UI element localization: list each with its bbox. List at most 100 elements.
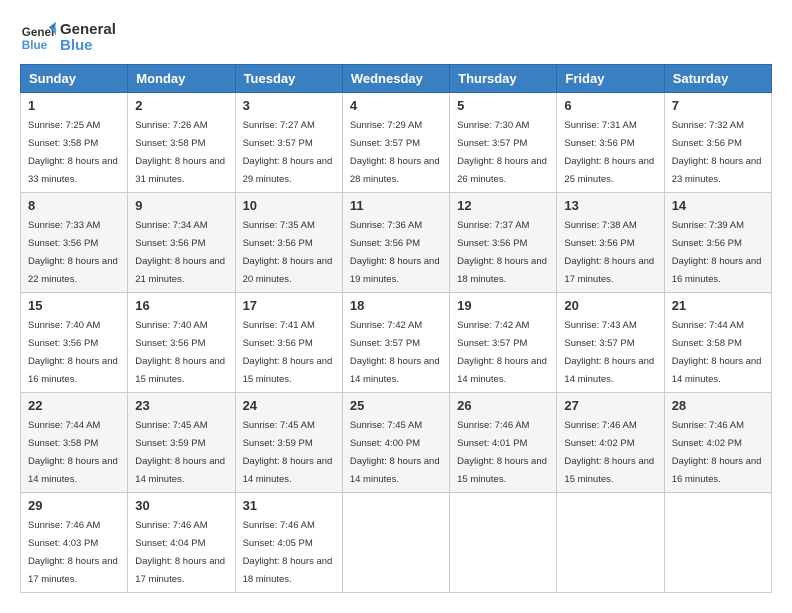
day-info: Sunrise: 7:46 AMSunset: 4:03 PMDaylight:…: [28, 520, 118, 585]
day-number: 28: [672, 398, 764, 413]
day-number: 14: [672, 198, 764, 213]
calendar-cell: 21 Sunrise: 7:44 AMSunset: 3:58 PMDaylig…: [664, 293, 771, 393]
day-number: 13: [564, 198, 656, 213]
day-number: 7: [672, 98, 764, 113]
calendar-cell: 2 Sunrise: 7:26 AMSunset: 3:58 PMDayligh…: [128, 93, 235, 193]
calendar-cell: 7 Sunrise: 7:32 AMSunset: 3:56 PMDayligh…: [664, 93, 771, 193]
day-number: 29: [28, 498, 120, 513]
day-info: Sunrise: 7:32 AMSunset: 3:56 PMDaylight:…: [672, 120, 762, 185]
calendar-cell: 4 Sunrise: 7:29 AMSunset: 3:57 PMDayligh…: [342, 93, 449, 193]
day-number: 10: [243, 198, 335, 213]
calendar-cell: 24 Sunrise: 7:45 AMSunset: 3:59 PMDaylig…: [235, 393, 342, 493]
calendar-cell: 18 Sunrise: 7:42 AMSunset: 3:57 PMDaylig…: [342, 293, 449, 393]
day-info: Sunrise: 7:38 AMSunset: 3:56 PMDaylight:…: [564, 220, 654, 285]
calendar-cell: 25 Sunrise: 7:45 AMSunset: 4:00 PMDaylig…: [342, 393, 449, 493]
calendar-cell: 1 Sunrise: 7:25 AMSunset: 3:58 PMDayligh…: [21, 93, 128, 193]
day-info: Sunrise: 7:25 AMSunset: 3:58 PMDaylight:…: [28, 120, 118, 185]
calendar-cell: 26 Sunrise: 7:46 AMSunset: 4:01 PMDaylig…: [450, 393, 557, 493]
svg-text:Blue: Blue: [22, 39, 48, 52]
page-header: General Blue General Blue: [20, 20, 772, 56]
day-number: 27: [564, 398, 656, 413]
calendar-body: 1 Sunrise: 7:25 AMSunset: 3:58 PMDayligh…: [21, 93, 772, 593]
calendar-cell: 8 Sunrise: 7:33 AMSunset: 3:56 PMDayligh…: [21, 193, 128, 293]
day-info: Sunrise: 7:45 AMSunset: 4:00 PMDaylight:…: [350, 420, 440, 485]
day-info: Sunrise: 7:30 AMSunset: 3:57 PMDaylight:…: [457, 120, 547, 185]
calendar-cell: [342, 493, 449, 593]
day-number: 1: [28, 98, 120, 113]
day-number: 30: [135, 498, 227, 513]
day-number: 25: [350, 398, 442, 413]
calendar-cell: 6 Sunrise: 7:31 AMSunset: 3:56 PMDayligh…: [557, 93, 664, 193]
day-number: 19: [457, 298, 549, 313]
calendar-week-row: 22 Sunrise: 7:44 AMSunset: 3:58 PMDaylig…: [21, 393, 772, 493]
day-number: 21: [672, 298, 764, 313]
day-info: Sunrise: 7:35 AMSunset: 3:56 PMDaylight:…: [243, 220, 333, 285]
calendar-cell: 14 Sunrise: 7:39 AMSunset: 3:56 PMDaylig…: [664, 193, 771, 293]
calendar-header-row: SundayMondayTuesdayWednesdayThursdayFrid…: [21, 65, 772, 93]
day-info: Sunrise: 7:42 AMSunset: 3:57 PMDaylight:…: [457, 320, 547, 385]
day-number: 22: [28, 398, 120, 413]
day-info: Sunrise: 7:44 AMSunset: 3:58 PMDaylight:…: [28, 420, 118, 485]
day-info: Sunrise: 7:42 AMSunset: 3:57 PMDaylight:…: [350, 320, 440, 385]
calendar-cell: 15 Sunrise: 7:40 AMSunset: 3:56 PMDaylig…: [21, 293, 128, 393]
day-info: Sunrise: 7:37 AMSunset: 3:56 PMDaylight:…: [457, 220, 547, 285]
day-header-sunday: Sunday: [21, 65, 128, 93]
day-info: Sunrise: 7:45 AMSunset: 3:59 PMDaylight:…: [243, 420, 333, 485]
day-number: 2: [135, 98, 227, 113]
day-info: Sunrise: 7:31 AMSunset: 3:56 PMDaylight:…: [564, 120, 654, 185]
day-info: Sunrise: 7:46 AMSunset: 4:05 PMDaylight:…: [243, 520, 333, 585]
calendar-cell: 5 Sunrise: 7:30 AMSunset: 3:57 PMDayligh…: [450, 93, 557, 193]
day-header-friday: Friday: [557, 65, 664, 93]
calendar-cell: 12 Sunrise: 7:37 AMSunset: 3:56 PMDaylig…: [450, 193, 557, 293]
day-number: 16: [135, 298, 227, 313]
day-info: Sunrise: 7:40 AMSunset: 3:56 PMDaylight:…: [135, 320, 225, 385]
calendar-cell: [557, 493, 664, 593]
day-info: Sunrise: 7:41 AMSunset: 3:56 PMDaylight:…: [243, 320, 333, 385]
day-number: 18: [350, 298, 442, 313]
logo-blue: Blue: [60, 38, 116, 55]
calendar-week-row: 1 Sunrise: 7:25 AMSunset: 3:58 PMDayligh…: [21, 93, 772, 193]
calendar-cell: 9 Sunrise: 7:34 AMSunset: 3:56 PMDayligh…: [128, 193, 235, 293]
day-info: Sunrise: 7:39 AMSunset: 3:56 PMDaylight:…: [672, 220, 762, 285]
day-info: Sunrise: 7:36 AMSunset: 3:56 PMDaylight:…: [350, 220, 440, 285]
day-info: Sunrise: 7:40 AMSunset: 3:56 PMDaylight:…: [28, 320, 118, 385]
day-header-saturday: Saturday: [664, 65, 771, 93]
day-number: 5: [457, 98, 549, 113]
day-info: Sunrise: 7:46 AMSunset: 4:02 PMDaylight:…: [672, 420, 762, 485]
day-info: Sunrise: 7:26 AMSunset: 3:58 PMDaylight:…: [135, 120, 225, 185]
logo-icon: General Blue: [20, 20, 56, 56]
logo: General Blue General Blue: [20, 20, 116, 56]
calendar-cell: 20 Sunrise: 7:43 AMSunset: 3:57 PMDaylig…: [557, 293, 664, 393]
calendar-cell: 23 Sunrise: 7:45 AMSunset: 3:59 PMDaylig…: [128, 393, 235, 493]
day-number: 11: [350, 198, 442, 213]
day-header-wednesday: Wednesday: [342, 65, 449, 93]
day-number: 12: [457, 198, 549, 213]
day-number: 24: [243, 398, 335, 413]
calendar-week-row: 8 Sunrise: 7:33 AMSunset: 3:56 PMDayligh…: [21, 193, 772, 293]
day-info: Sunrise: 7:34 AMSunset: 3:56 PMDaylight:…: [135, 220, 225, 285]
day-number: 26: [457, 398, 549, 413]
day-number: 3: [243, 98, 335, 113]
calendar-cell: 17 Sunrise: 7:41 AMSunset: 3:56 PMDaylig…: [235, 293, 342, 393]
day-number: 23: [135, 398, 227, 413]
day-number: 6: [564, 98, 656, 113]
calendar-cell: 29 Sunrise: 7:46 AMSunset: 4:03 PMDaylig…: [21, 493, 128, 593]
day-number: 31: [243, 498, 335, 513]
calendar-table: SundayMondayTuesdayWednesdayThursdayFrid…: [20, 64, 772, 593]
calendar-cell: 28 Sunrise: 7:46 AMSunset: 4:02 PMDaylig…: [664, 393, 771, 493]
day-number: 15: [28, 298, 120, 313]
day-info: Sunrise: 7:46 AMSunset: 4:01 PMDaylight:…: [457, 420, 547, 485]
day-number: 4: [350, 98, 442, 113]
calendar-cell: 27 Sunrise: 7:46 AMSunset: 4:02 PMDaylig…: [557, 393, 664, 493]
calendar-cell: 19 Sunrise: 7:42 AMSunset: 3:57 PMDaylig…: [450, 293, 557, 393]
calendar-cell: 22 Sunrise: 7:44 AMSunset: 3:58 PMDaylig…: [21, 393, 128, 493]
day-header-monday: Monday: [128, 65, 235, 93]
day-info: Sunrise: 7:29 AMSunset: 3:57 PMDaylight:…: [350, 120, 440, 185]
calendar-cell: 11 Sunrise: 7:36 AMSunset: 3:56 PMDaylig…: [342, 193, 449, 293]
day-info: Sunrise: 7:43 AMSunset: 3:57 PMDaylight:…: [564, 320, 654, 385]
day-header-thursday: Thursday: [450, 65, 557, 93]
logo-general: General: [60, 22, 116, 39]
day-info: Sunrise: 7:33 AMSunset: 3:56 PMDaylight:…: [28, 220, 118, 285]
calendar-cell: 30 Sunrise: 7:46 AMSunset: 4:04 PMDaylig…: [128, 493, 235, 593]
calendar-week-row: 29 Sunrise: 7:46 AMSunset: 4:03 PMDaylig…: [21, 493, 772, 593]
